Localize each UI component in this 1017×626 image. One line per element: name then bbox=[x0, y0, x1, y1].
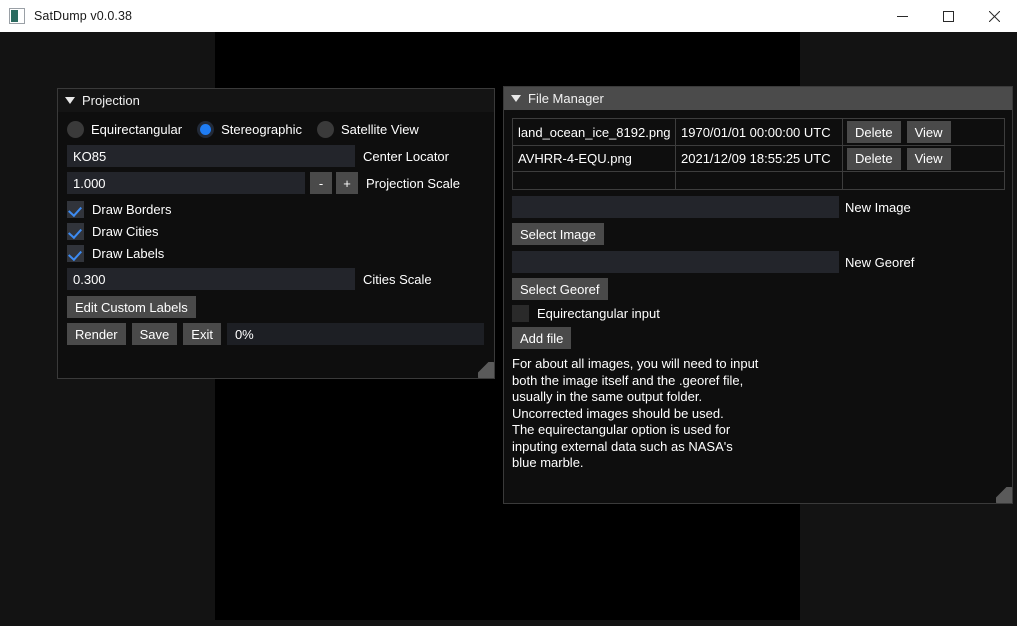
radio-label-equirectangular: Equirectangular bbox=[91, 122, 183, 137]
app-icon bbox=[9, 8, 25, 24]
select-image-row: Select Image bbox=[512, 223, 1005, 245]
projection-mode-group: Equirectangular Stereographic Satellite … bbox=[67, 121, 486, 138]
checkbox-label-draw-borders: Draw Borders bbox=[92, 202, 172, 217]
close-icon[interactable] bbox=[971, 0, 1017, 32]
file-actions-cell: Delete View bbox=[843, 119, 1004, 145]
projection-scale-input[interactable]: 1.000 bbox=[67, 172, 305, 194]
render-progress-bar: 0% bbox=[226, 323, 484, 345]
radio-circle-icon[interactable] bbox=[67, 121, 84, 138]
new-georef-label: New Georef bbox=[845, 254, 915, 270]
file-actions-cell-empty bbox=[843, 172, 1004, 189]
checkbox-label-draw-labels: Draw Labels bbox=[92, 246, 165, 261]
file-manager-panel-resize-grip[interactable] bbox=[996, 487, 1012, 503]
edit-custom-labels-row: Edit Custom Labels bbox=[67, 296, 486, 318]
radio-equirectangular[interactable]: Equirectangular bbox=[67, 121, 182, 138]
window-controls bbox=[879, 0, 1017, 32]
view-button[interactable]: View bbox=[906, 121, 951, 143]
file-manager-help-text: For about all images, you will need to i… bbox=[512, 356, 759, 470]
minimize-icon[interactable] bbox=[879, 0, 925, 32]
select-georef-row: Select Georef bbox=[512, 278, 1005, 300]
checkbox-equirectangular-input[interactable]: Equirectangular input bbox=[512, 305, 1005, 322]
checkbox-draw-labels[interactable]: Draw Labels bbox=[67, 245, 486, 262]
checkbox-label-draw-cities: Draw Cities bbox=[92, 224, 159, 239]
radio-satellite-view[interactable]: Satellite View bbox=[317, 121, 419, 138]
new-georef-input[interactable] bbox=[512, 251, 839, 273]
file-manager-panel-header[interactable]: File Manager bbox=[504, 87, 1012, 110]
save-button[interactable]: Save bbox=[131, 323, 178, 345]
projection-scale-decrement-button[interactable]: - bbox=[310, 172, 332, 194]
new-image-label: New Image bbox=[845, 199, 911, 215]
triangle-down-icon[interactable] bbox=[65, 97, 75, 104]
file-date-cell: 1970/01/01 00:00:00 UTC bbox=[676, 119, 843, 145]
new-image-input[interactable] bbox=[512, 196, 839, 218]
radio-label-stereographic: Stereographic bbox=[221, 122, 303, 137]
projection-scale-increment-button[interactable]: + bbox=[336, 172, 358, 194]
projection-scale-label: Projection Scale bbox=[366, 175, 460, 191]
add-file-row: Add file bbox=[512, 327, 1005, 349]
checkbox-draw-borders[interactable]: Draw Borders bbox=[67, 201, 486, 218]
radio-stereographic[interactable]: Stereographic bbox=[197, 121, 302, 138]
file-table: land_ocean_ice_8192.png 1970/01/01 00:00… bbox=[512, 118, 1005, 190]
file-name-cell-empty bbox=[513, 172, 676, 189]
projection-panel: Projection Equirectangular Stereographic… bbox=[57, 88, 495, 379]
file-manager-panel: File Manager land_ocean_ice_8192.png 197… bbox=[503, 86, 1013, 504]
file-name-cell: AVHRR-4-EQU.png bbox=[513, 146, 676, 171]
checkmark-icon[interactable] bbox=[67, 201, 84, 218]
new-image-row: New Image bbox=[512, 196, 1005, 218]
radio-label-satellite-view: Satellite View bbox=[341, 122, 419, 137]
checkbox-draw-cities[interactable]: Draw Cities bbox=[67, 223, 486, 240]
radio-circle-selected-icon[interactable] bbox=[197, 121, 215, 138]
checkbox-label-equirectangular-input: Equirectangular input bbox=[537, 306, 660, 321]
radio-circle-icon[interactable] bbox=[317, 121, 335, 138]
window-title: SatDump v0.0.38 bbox=[34, 9, 133, 23]
cities-scale-row: 0.300 Cities Scale bbox=[67, 268, 486, 290]
center-locator-input[interactable]: KO85 bbox=[67, 145, 355, 167]
render-button[interactable]: Render bbox=[67, 323, 126, 345]
cities-scale-input[interactable]: 0.300 bbox=[67, 268, 355, 290]
triangle-down-icon[interactable] bbox=[511, 95, 521, 102]
select-image-button[interactable]: Select Image bbox=[512, 223, 604, 245]
table-row[interactable]: AVHRR-4-EQU.png 2021/12/09 18:55:25 UTC … bbox=[513, 145, 1004, 171]
checkmark-icon[interactable] bbox=[67, 223, 84, 240]
select-georef-button[interactable]: Select Georef bbox=[512, 278, 608, 300]
window-titlebar: SatDump v0.0.38 bbox=[0, 0, 1017, 32]
table-row[interactable]: land_ocean_ice_8192.png 1970/01/01 00:00… bbox=[513, 119, 1004, 145]
projection-panel-header[interactable]: Projection bbox=[58, 89, 494, 112]
add-file-button[interactable]: Add file bbox=[512, 327, 572, 349]
edit-custom-labels-button[interactable]: Edit Custom Labels bbox=[67, 296, 196, 318]
projection-panel-title: Projection bbox=[82, 93, 140, 108]
projection-scale-row: 1.000 - + Projection Scale bbox=[67, 172, 486, 194]
file-manager-panel-title: File Manager bbox=[528, 91, 604, 106]
file-date-cell: 2021/12/09 18:55:25 UTC bbox=[676, 146, 843, 171]
projection-panel-resize-grip[interactable] bbox=[478, 362, 494, 378]
delete-button[interactable]: Delete bbox=[847, 121, 901, 143]
new-georef-row: New Georef bbox=[512, 251, 1005, 273]
checkbox-empty-icon[interactable] bbox=[512, 305, 529, 322]
checkmark-icon[interactable] bbox=[67, 245, 84, 262]
exit-button[interactable]: Exit bbox=[183, 323, 221, 345]
view-button[interactable]: View bbox=[906, 147, 951, 170]
center-locator-label: Center Locator bbox=[363, 148, 449, 164]
table-row-empty bbox=[513, 171, 1004, 189]
projection-actions-row: Render Save Exit 0% bbox=[67, 323, 486, 345]
cities-scale-label: Cities Scale bbox=[363, 271, 432, 287]
file-actions-cell: Delete View bbox=[843, 146, 1004, 171]
maximize-icon[interactable] bbox=[925, 0, 971, 32]
file-date-cell-empty bbox=[676, 172, 843, 189]
center-locator-row: KO85 Center Locator bbox=[67, 145, 486, 167]
file-name-cell: land_ocean_ice_8192.png bbox=[513, 119, 676, 145]
delete-button[interactable]: Delete bbox=[847, 147, 901, 170]
